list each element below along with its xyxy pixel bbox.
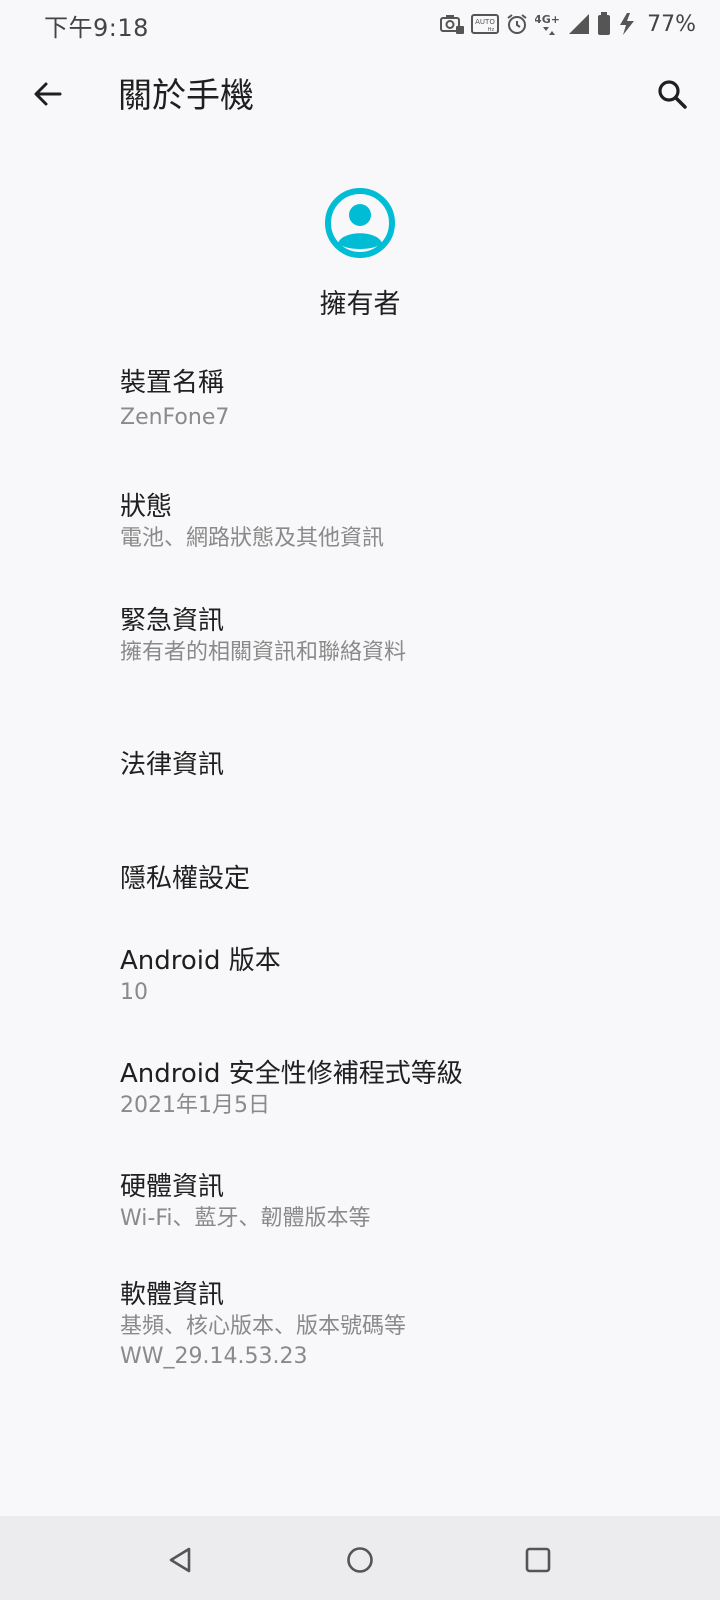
list-item-title: 裝置名稱 — [120, 368, 225, 398]
list-item-title: 法律資訊 — [120, 750, 225, 780]
list-item-title: 緊急資訊 — [120, 606, 225, 636]
network-4g-icon: 4G+ — [535, 13, 560, 35]
list-item-summary: 電池、網路狀態及其他資訊 — [120, 526, 385, 551]
navigation-bar — [0, 1516, 720, 1600]
nav-back-icon — [169, 1547, 191, 1573]
list-item-android-version[interactable]: Android 版本 10 — [0, 928, 720, 1038]
list-item-summary: 基頻、核心版本、版本號碼等 — [120, 1314, 407, 1339]
list-item-summary: ZenFone7 — [120, 405, 230, 430]
battery-percentage: 77% — [647, 11, 696, 37]
list-item-title: 軟體資訊 — [120, 1280, 225, 1310]
list-item-title: 隱私權設定 — [120, 864, 251, 894]
list-item-emergency-info[interactable]: 緊急資訊 擁有者的相關資訊和聯絡資料 — [0, 588, 720, 698]
charging-icon — [620, 13, 635, 35]
list-item-status[interactable]: 狀態 電池、網路狀態及其他資訊 — [0, 474, 720, 584]
status-bar: 下午9:18 AUTO Hz 4G+ 77% — [0, 0, 720, 48]
nav-back-button[interactable] — [152, 1532, 208, 1588]
battery-icon — [598, 12, 611, 35]
nav-home-button[interactable] — [332, 1532, 388, 1588]
list-item-summary: 2021年1月5日 — [120, 1093, 270, 1118]
nav-recents-icon — [525, 1547, 551, 1573]
list-item-summary: Wi-Fi、藍牙、韌體版本等 — [120, 1206, 371, 1231]
list-item-hardware-info[interactable]: 硬體資訊 Wi-Fi、藍牙、韌體版本等 — [0, 1154, 720, 1264]
list-item-title: Android 安全性修補程式等級 — [120, 1059, 463, 1089]
search-button[interactable] — [644, 66, 700, 122]
nav-recents-button[interactable] — [510, 1532, 566, 1588]
search-icon — [658, 80, 687, 109]
arrow-back-icon — [34, 82, 62, 106]
back-button[interactable] — [20, 66, 76, 122]
network-type-label: 4G+ — [535, 13, 560, 26]
list-item-summary-build: WW_29.14.53.23 — [120, 1344, 308, 1369]
app-bar: 關於手機 — [0, 48, 720, 138]
list-item-summary: 10 — [120, 980, 148, 1005]
list-item-title: 硬體資訊 — [120, 1172, 225, 1202]
list-item-legal-info[interactable]: 法律資訊 — [0, 702, 720, 812]
list-item-privacy-settings[interactable]: 隱私權設定 — [0, 816, 720, 926]
list-item-software-info[interactable]: 軟體資訊 基頻、核心版本、版本號碼等 WW_29.14.53.23 — [0, 1262, 720, 1392]
svg-text:AUTO: AUTO — [475, 18, 495, 26]
status-icons: AUTO Hz 4G+ 77% — [439, 8, 696, 40]
about-phone-screen: 下午9:18 AUTO Hz 4G+ 77% 關於手機 擁有者 裝置名稱 Zen… — [0, 0, 720, 1600]
list-item-summary: 擁有者的相關資訊和聯絡資料 — [120, 640, 407, 665]
camera-lock-icon — [440, 15, 465, 34]
list-item-device-name[interactable]: 裝置名稱 ZenFone7 — [0, 350, 720, 460]
account-circle-icon — [325, 188, 395, 258]
page-title: 關於手機 — [118, 76, 254, 116]
nav-home-icon — [347, 1547, 373, 1573]
list-item-title: Android 版本 — [120, 946, 281, 976]
list-item-security-patch[interactable]: Android 安全性修補程式等級 2021年1月5日 — [0, 1041, 720, 1151]
alarm-icon — [507, 14, 527, 34]
list-item-title: 狀態 — [120, 492, 173, 522]
signal-icon — [569, 14, 590, 34]
owner-name: 擁有者 — [319, 289, 401, 320]
auto-hz-icon: AUTO Hz — [471, 14, 500, 34]
svg-text:Hz: Hz — [488, 27, 495, 33]
status-time: 下午9:18 — [44, 14, 149, 42]
